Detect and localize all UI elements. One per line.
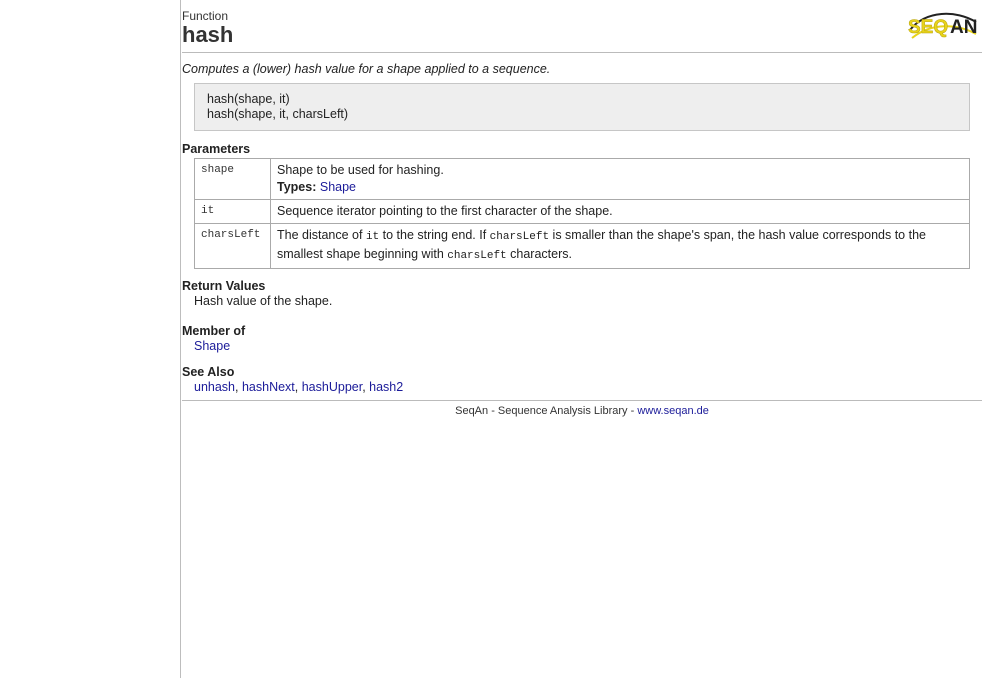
param-description-text: Shape to be used for hashing. [277, 163, 444, 177]
see-also-link-hash2[interactable]: hash2 [369, 380, 403, 394]
types-label: Types: [277, 180, 317, 194]
function-description: Computes a (lower) hash value for a shap… [182, 62, 551, 76]
param-description: Shape to be used for hashing. Types: Sha… [270, 158, 970, 200]
link-separator: , [294, 380, 302, 394]
return-values-text: Hash value of the shape. [194, 294, 333, 308]
code-term: charsLeft [447, 250, 507, 262]
member-of-block: Shape [194, 338, 970, 355]
footer-text: SeqAn - Sequence Analysis Library - [455, 405, 638, 417]
parameters-heading: Parameters [182, 142, 251, 156]
type-link-shape[interactable]: Shape [320, 180, 356, 194]
param-description: The distance of it to the string end. If… [270, 223, 970, 269]
member-of-heading: Member of [182, 324, 246, 338]
signature-box: hash(shape, it) hash(shape, it, charsLef… [194, 83, 970, 131]
code-term: charsLeft [489, 231, 550, 243]
doc-content: Function hash SEQ AN Computes a (lower) … [182, 0, 982, 417]
param-name: shape [194, 158, 271, 200]
footer-link-seqan[interactable]: www.seqan.de [637, 405, 709, 417]
desc-text: The distance of [277, 228, 366, 242]
signature-line: hash(shape, it, charsLeft) [207, 107, 349, 121]
svg-text:AN: AN [950, 17, 977, 38]
param-name: it [194, 199, 271, 224]
page-footer: SeqAn - Sequence Analysis Library - www.… [182, 405, 982, 417]
param-description: Sequence iterator pointing to the first … [270, 199, 970, 224]
table-row: shape Shape to be used for hashing. Type… [194, 158, 970, 200]
table-row: it Sequence iterator pointing to the fir… [194, 199, 970, 224]
see-also-link-unhash[interactable]: unhash [194, 380, 235, 394]
parameters-table: shape Shape to be used for hashing. Type… [194, 158, 970, 269]
signature-line: hash(shape, it) [207, 92, 290, 106]
entity-kind: Function [182, 9, 229, 23]
see-also-links: unhash, hashNext, hashUpper, hash2 [194, 379, 970, 396]
param-types: Types: Shape [277, 179, 963, 196]
desc-text: characters. [506, 247, 572, 261]
footer-divider [182, 400, 982, 401]
code-term: it [365, 231, 380, 243]
member-of-link-shape[interactable]: Shape [194, 339, 230, 353]
see-also-heading: See Also [182, 365, 235, 379]
see-also-link-hashupper[interactable]: hashUpper [302, 380, 362, 394]
param-name: charsLeft [194, 223, 271, 269]
see-also-link-hashnext[interactable]: hashNext [242, 380, 295, 394]
table-row: charsLeft The distance of it to the stri… [194, 223, 970, 269]
desc-text: to the string end. If [379, 228, 490, 242]
navigation-pane [0, 0, 181, 678]
page-header: Function hash SEQ AN [182, 0, 982, 53]
page-title: hash [182, 22, 234, 47]
return-values-heading: Return Values [182, 279, 266, 293]
seqan-logo-icon[interactable]: SEQ AN [906, 8, 980, 42]
svg-text:SEQ: SEQ [908, 17, 948, 38]
link-separator: , [235, 380, 242, 394]
